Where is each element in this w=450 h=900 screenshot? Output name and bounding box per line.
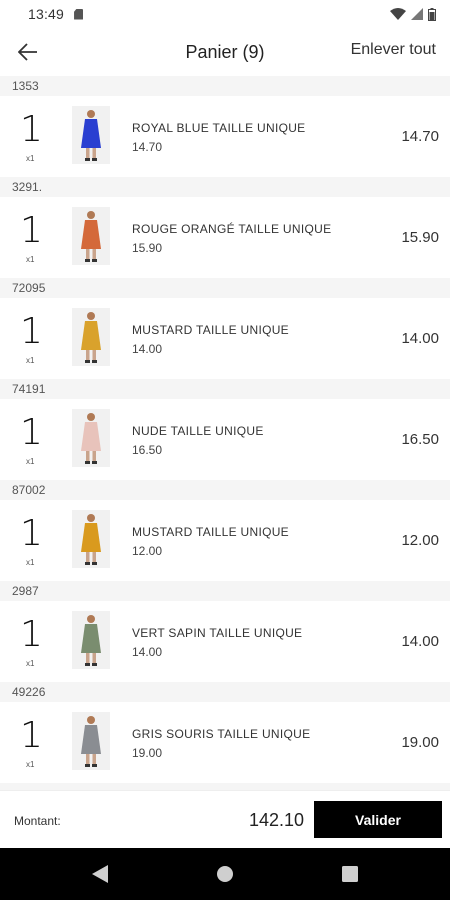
nav-recents-icon xyxy=(342,866,358,882)
product-figure xyxy=(72,106,110,164)
item-quantity-multiplier: x1 xyxy=(26,760,35,769)
validate-button[interactable]: Valider xyxy=(314,801,442,838)
product-image[interactable] xyxy=(72,207,110,265)
status-time: 13:49 xyxy=(28,6,65,22)
item-quantity[interactable]: 1 xyxy=(20,413,43,453)
item-quantity-multiplier: x1 xyxy=(26,154,35,163)
product-image[interactable] xyxy=(72,611,110,669)
item-total-price: 16.50 xyxy=(401,431,439,448)
item-total-price: 15.90 xyxy=(401,229,439,246)
item-reference xyxy=(0,783,450,790)
item-total-price: 14.00 xyxy=(401,633,439,650)
item-reference: 87002 xyxy=(0,480,450,500)
product-name[interactable]: GRIS SOURIS TAILLE UNIQUE xyxy=(132,727,310,741)
product-figure xyxy=(72,207,110,265)
status-bar: 13:49 xyxy=(0,0,450,28)
item-reference: 2987 xyxy=(0,581,450,601)
product-figure xyxy=(72,510,110,568)
item-quantity[interactable]: 1 xyxy=(20,514,43,554)
signal-icon xyxy=(411,8,423,20)
nav-back-button[interactable] xyxy=(90,864,110,884)
cart-item-group: 49226 1 x1 GRIS SOURIS TAILLE UNIQUE 19.… xyxy=(0,682,450,783)
cart-item-group: 2987 1 x1 VERT SAPIN TAILLE UNIQUE 14.00… xyxy=(0,581,450,682)
product-unit-price: 14.00 xyxy=(132,645,163,659)
product-unit-price: 15.90 xyxy=(132,241,163,255)
cart-item-group: 1353 1 x1 ROYAL BLUE TAILLE UNIQUE 14.70… xyxy=(0,76,450,177)
cart-item[interactable]: 1 x1 MUSTARD TAILLE UNIQUE xyxy=(0,500,450,581)
clear-cart-button[interactable]: Enlever tout xyxy=(351,41,436,59)
item-quantity-multiplier: x1 xyxy=(26,659,35,668)
item-quantity-multiplier: x1 xyxy=(26,457,35,466)
cart-item[interactable]: 1 x1 ROYAL BLUE TAILLE UNIQUE 14.70 14.7… xyxy=(0,96,450,177)
product-figure xyxy=(72,409,110,467)
item-total-price: 12.00 xyxy=(401,532,439,549)
wifi-icon xyxy=(390,8,406,20)
nav-home-icon xyxy=(217,866,233,882)
product-figure xyxy=(72,712,110,770)
cart-item[interactable]: 1 x1 NUDE TAILLE UNIQUE 16.50 16.50 xyxy=(0,399,450,480)
amount-label: Montant: xyxy=(14,814,61,828)
product-unit-price: 19.00 xyxy=(132,746,163,760)
product-image[interactable] xyxy=(72,106,110,164)
sd-card-icon xyxy=(74,8,84,20)
app-bar: Panier (9) Enlever tout xyxy=(0,28,450,76)
item-quantity-multiplier: x1 xyxy=(26,255,35,264)
cart-item[interactable]: 1 x1 MUSTARD TAILLE UNIQUE xyxy=(0,298,450,379)
item-reference: 72095 xyxy=(0,278,450,298)
product-name[interactable]: ROYAL BLUE TAILLE UNIQUE xyxy=(132,121,305,135)
item-reference: 49226 xyxy=(0,682,450,702)
item-total-price: 14.70 xyxy=(401,128,439,145)
cart-item[interactable]: 1 x1 GRIS SOURIS TAILLE UNIQUE 19.00 19.… xyxy=(0,702,450,783)
cart-item-group: 3291. 1 x1 ROUGE ORANGÉ TAILLE UNIQUE 15… xyxy=(0,177,450,278)
item-quantity-multiplier: x1 xyxy=(26,558,35,567)
cart-item-group: 74191 1 x1 NUDE TAILLE UNIQUE 16.50 16.5… xyxy=(0,379,450,480)
item-total-price: 19.00 xyxy=(401,734,439,751)
item-total-price: 14.00 xyxy=(401,330,439,347)
product-name[interactable]: MUSTARD TAILLE UNIQUE xyxy=(132,323,289,337)
item-quantity[interactable]: 1 xyxy=(20,211,43,251)
item-reference: 1353 xyxy=(0,76,450,96)
item-reference: 3291. xyxy=(0,177,450,197)
product-unit-price: 14.00 xyxy=(132,342,163,356)
product-figure xyxy=(72,308,110,366)
item-quantity[interactable]: 1 xyxy=(20,312,43,352)
product-unit-price: 16.50 xyxy=(132,443,163,457)
cart-screen: 13:49 Panier (9) Enlever tout 1353 1 x1 xyxy=(0,0,450,900)
system-nav-bar xyxy=(0,848,450,900)
product-image[interactable] xyxy=(72,409,110,467)
checkout-bar: Montant: 142.10 Valider xyxy=(0,790,450,848)
product-name[interactable]: ROUGE ORANGÉ TAILLE UNIQUE xyxy=(132,222,331,236)
nav-recents-button[interactable] xyxy=(340,864,360,884)
nav-back-icon xyxy=(92,865,108,883)
cart-item-group: 87002 1 x1 MUSTARD TAILLE UNIQUE 12.00 1… xyxy=(0,480,450,581)
product-unit-price: 12.00 xyxy=(132,544,163,558)
cart-item-group: 72095 1 x1 MUSTARD TAILLE UNIQUE 14.00 1… xyxy=(0,278,450,379)
battery-icon xyxy=(428,7,436,21)
cart-item[interactable]: 1 x1 ROUGE ORANGÉ TAILLE UNIQUE 15.90 15… xyxy=(0,197,450,278)
nav-home-button[interactable] xyxy=(215,864,235,884)
item-quantity-multiplier: x1 xyxy=(26,356,35,365)
product-name[interactable]: NUDE TAILLE UNIQUE xyxy=(132,424,264,438)
product-name[interactable]: VERT SAPIN TAILLE UNIQUE xyxy=(132,626,302,640)
item-reference: 74191 xyxy=(0,379,450,399)
amount-value: 142.10 xyxy=(248,810,304,830)
product-image[interactable] xyxy=(72,510,110,568)
cart-list[interactable]: 1353 1 x1 ROYAL BLUE TAILLE UNIQUE 14.70… xyxy=(0,76,450,790)
back-arrow-icon xyxy=(18,43,37,61)
product-name[interactable]: MUSTARD TAILLE UNIQUE xyxy=(132,525,289,539)
back-button[interactable] xyxy=(12,36,44,68)
product-image[interactable] xyxy=(72,308,110,366)
cart-item[interactable]: 1 x1 VERT SAPIN TAILLE UNIQUE 14.00 14.0… xyxy=(0,601,450,682)
status-icons xyxy=(390,7,436,21)
item-quantity[interactable]: 1 xyxy=(20,615,43,655)
item-quantity[interactable]: 1 xyxy=(20,716,43,756)
item-quantity[interactable]: 1 xyxy=(20,110,43,150)
product-unit-price: 14.70 xyxy=(132,140,163,154)
product-figure xyxy=(72,611,110,669)
product-image[interactable] xyxy=(72,712,110,770)
